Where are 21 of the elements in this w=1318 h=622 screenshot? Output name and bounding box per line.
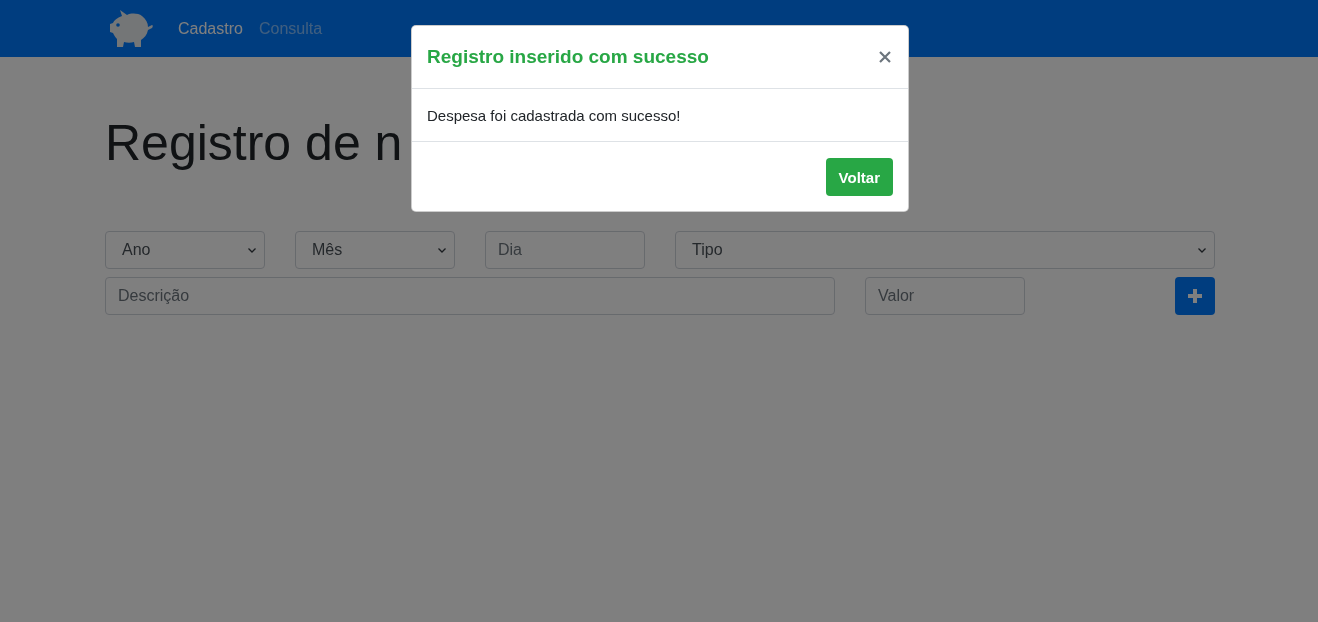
- back-button[interactable]: Voltar: [825, 158, 893, 196]
- input-field[interactable]: Descrição: [105, 277, 835, 315]
- page-heading: Registro de n: [105, 114, 403, 173]
- nav-link[interactable]: Cadastro: [178, 19, 243, 38]
- input-field[interactable]: Valor: [865, 277, 1025, 315]
- input-field[interactable]: Dia: [485, 231, 645, 269]
- caret-icon: [1198, 247, 1206, 253]
- select-field[interactable]: Tipo: [675, 231, 1215, 269]
- modal-message: Despesa foi cadastrada com sucesso!: [427, 107, 682, 124]
- add-button[interactable]: [1175, 277, 1215, 315]
- caret-icon: [248, 247, 256, 253]
- select-placeholder: Mês: [312, 241, 343, 259]
- modal-title: Registro inserido com sucesso: [427, 46, 709, 68]
- select-placeholder: Ano: [122, 241, 151, 259]
- select-field[interactable]: Ano: [105, 231, 265, 269]
- piggy-bank-icon[interactable]: [110, 9, 154, 48]
- close-icon[interactable]: [879, 51, 891, 63]
- caret-icon: [438, 247, 446, 253]
- select-placeholder: Tipo: [692, 241, 723, 259]
- plus-icon: [1188, 289, 1202, 303]
- select-field[interactable]: Mês: [295, 231, 455, 269]
